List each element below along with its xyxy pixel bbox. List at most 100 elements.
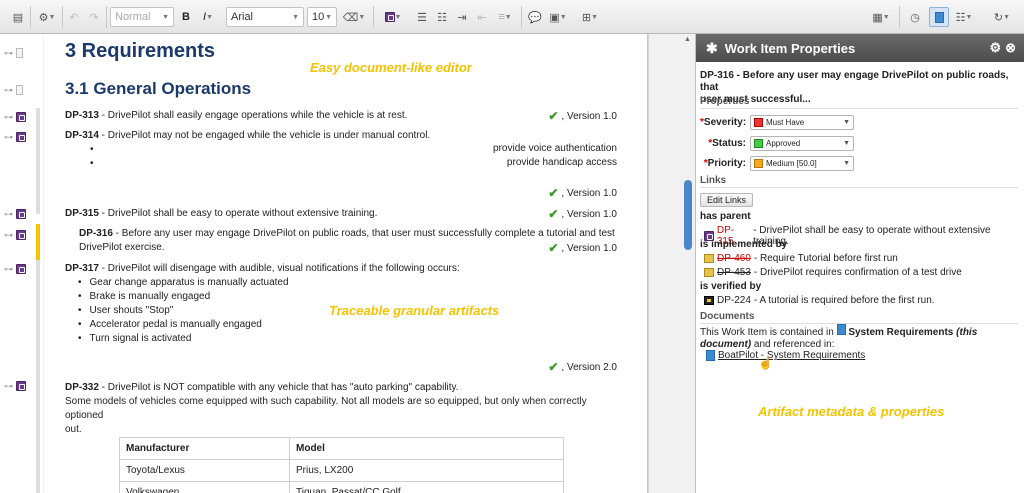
work-item-marker — [36, 108, 40, 214]
document-scrollbar[interactable] — [684, 180, 692, 250]
bullet: • — [90, 144, 94, 155]
work-item-properties-panel: ✱ Work Item Properties ⚙ ⊗ DP-316 - Befo… — [696, 34, 1024, 493]
table-icon[interactable]: ⊞ ▼ — [576, 7, 604, 27]
image-icon[interactable]: ▣ ▼ — [545, 7, 571, 27]
work-item-dp-314[interactable]: DP-314 - DrivePilot may not be engaged w… — [65, 129, 430, 143]
paragraph-icon — [16, 85, 23, 95]
table-cell: Prius, LX200 — [289, 459, 564, 482]
priority-select[interactable]: Medium [50.0] ▼ — [750, 156, 854, 171]
table-cell: Volkswagen — [119, 481, 290, 493]
bullet-list-icon[interactable]: ☷ — [432, 7, 452, 27]
work-item-icon[interactable] — [16, 264, 26, 274]
list-item: Turn signal is activated — [90, 332, 289, 346]
annotation-artifacts: Traceable granular artifacts — [329, 303, 500, 318]
status-select[interactable]: Approved ▼ — [750, 136, 854, 151]
settings-gear-icon[interactable]: ⚙ ▼ — [34, 7, 60, 27]
work-item-icon[interactable] — [16, 230, 26, 240]
work-item-dp-332[interactable]: DP-332 - DrivePilot is NOT compatible wi… — [65, 381, 625, 437]
link-icon[interactable]: ⊶ — [4, 132, 13, 143]
link-icon[interactable]: ⊶ — [4, 209, 13, 220]
bullet: • — [90, 158, 94, 169]
checkmark-icon: ✔ — [548, 109, 559, 123]
annotation-metadata: Artifact metadata & properties — [758, 404, 945, 419]
edit-links-button[interactable]: Edit Links — [700, 193, 754, 207]
comment-icon[interactable]: 💬 — [525, 7, 545, 27]
documents-info: This Work Item is contained in System Re… — [700, 324, 1020, 351]
work-item-icon[interactable] — [16, 132, 26, 142]
approved-icon — [754, 139, 763, 148]
properties-panel-icon[interactable] — [929, 7, 949, 27]
numbered-list-icon[interactable]: ☰ — [412, 7, 432, 27]
panel-close-icon[interactable]: ⊗ — [1005, 40, 1016, 56]
save-icon[interactable]: ▤ — [8, 7, 28, 27]
italic-button[interactable]: I ▼ — [196, 7, 220, 27]
link-icon[interactable]: ⊶ — [4, 112, 13, 123]
must-have-icon — [754, 118, 763, 127]
link-icon[interactable]: ⊶ — [4, 264, 13, 275]
priority-row: *Priority: Medium [50.0] ▼ — [700, 156, 854, 171]
list-item: provide voice authentication — [493, 143, 617, 154]
outdent-icon[interactable]: ⇤ — [472, 7, 492, 27]
bold-button[interactable]: B — [176, 7, 196, 27]
list-item: Brake is manually engaged — [90, 290, 289, 304]
referenced-document-link[interactable]: BoatPilot - System Requirements — [706, 350, 865, 361]
properties-icon: ✱ — [706, 39, 718, 56]
panel-divider[interactable] — [648, 34, 696, 493]
links-section-label: Links — [700, 175, 1018, 188]
editor-toolbar: ▤ ⚙ ▼ ↶ ↷ Normal ▼ B I ▼ Arial ▼ 10 ▼ ⌫ ▼ ▼ ☰ … — [0, 0, 1024, 34]
table-cell: Toyota/Lexus — [119, 459, 290, 482]
version-label: ✔, Version 2.0 — [548, 360, 617, 374]
font-size-select[interactable]: 10 ▼ — [307, 7, 337, 27]
document-icon — [706, 350, 715, 361]
work-item-icon[interactable] — [16, 381, 26, 391]
redo-icon[interactable]: ↷ — [84, 7, 104, 27]
paragraph-icon — [16, 48, 23, 58]
table-header: Model — [289, 437, 564, 460]
layout-icon[interactable]: ▦ ▼ — [868, 7, 894, 27]
align-icon[interactable]: ≡ ▼ — [493, 7, 517, 27]
eraser-icon[interactable]: ⌫ ▼ — [340, 7, 368, 27]
work-item-icon[interactable] — [16, 209, 26, 219]
properties-section-label: Properties — [700, 96, 1018, 109]
version-label: ✔, Version 1.0 — [548, 207, 617, 221]
scroll-up-icon[interactable]: ▲ — [684, 36, 691, 43]
font-family-select[interactable]: Arial ▼ — [226, 7, 304, 27]
list-item: provide handicap access — [506, 157, 617, 168]
heading-requirements: 3 Requirements — [65, 40, 216, 62]
work-item-dp-315[interactable]: DP-315 - DrivePilot shall be easy to ope… — [65, 207, 377, 221]
undo-icon[interactable]: ↶ — [64, 7, 84, 27]
paragraph-style-select[interactable]: Normal ▼ — [110, 7, 174, 27]
table-row: Toyota/Lexus Prius, LX200 — [119, 459, 564, 482]
work-item-dp-316[interactable]: DP-316 - Before any user may engage Driv… — [79, 227, 624, 255]
panel-settings-icon[interactable]: ⚙ — [989, 40, 1001, 56]
work-item-dp-313[interactable]: DP-313 - DrivePilot shall easily engage … — [65, 109, 407, 123]
verified-link[interactable]: DP-224 - A tutorial is required before t… — [704, 295, 935, 306]
implemented-link[interactable]: DP-460 - Require Tutorial before first r… — [704, 253, 898, 264]
version-label: ✔, Version 1.0 — [548, 109, 617, 123]
implemented-by-label: is implemented by — [700, 239, 788, 250]
package-icon — [704, 254, 714, 263]
documents-section-label: Documents — [700, 311, 1018, 324]
table-header: Manufacturer — [119, 437, 290, 460]
link-icon[interactable]: ⊶ — [4, 230, 13, 241]
table-cell: Tiguan, Passat/CC Golf — [289, 481, 564, 493]
implemented-link[interactable]: DP-453 - DrivePilot requires confirmatio… — [704, 267, 962, 278]
mouse-pointer-icon: ☝ — [758, 356, 773, 370]
severity-row: *Severity: Must Have ▼ — [700, 115, 854, 130]
work-item-marker — [36, 380, 40, 493]
work-item-insert-icon[interactable]: ▼ — [379, 7, 407, 27]
outline-icon[interactable]: ☷ ▼ — [951, 7, 977, 27]
annotation-editor: Easy document-like editor — [310, 60, 472, 75]
severity-select[interactable]: Must Have ▼ — [750, 115, 854, 130]
refresh-icon[interactable]: ↻ ▼ — [989, 7, 1015, 27]
link-icon[interactable]: ⊶ — [4, 381, 13, 392]
indent-icon[interactable]: ⇥ — [452, 7, 472, 27]
history-clock-icon[interactable]: ◷ — [905, 7, 925, 27]
list-item: Gear change apparatus is manually actuat… — [90, 276, 289, 290]
checkmark-icon: ✔ — [548, 241, 559, 255]
work-item-dp-317[interactable]: DP-317 - DrivePilot will disengage with … — [65, 262, 460, 276]
document-editor[interactable]: 3 Requirements 3.1 General Operations Ea… — [44, 34, 648, 493]
work-item-icon[interactable] — [16, 112, 26, 122]
link-icon[interactable]: ⊶ — [4, 48, 13, 59]
link-icon[interactable]: ⊶ — [4, 85, 13, 96]
